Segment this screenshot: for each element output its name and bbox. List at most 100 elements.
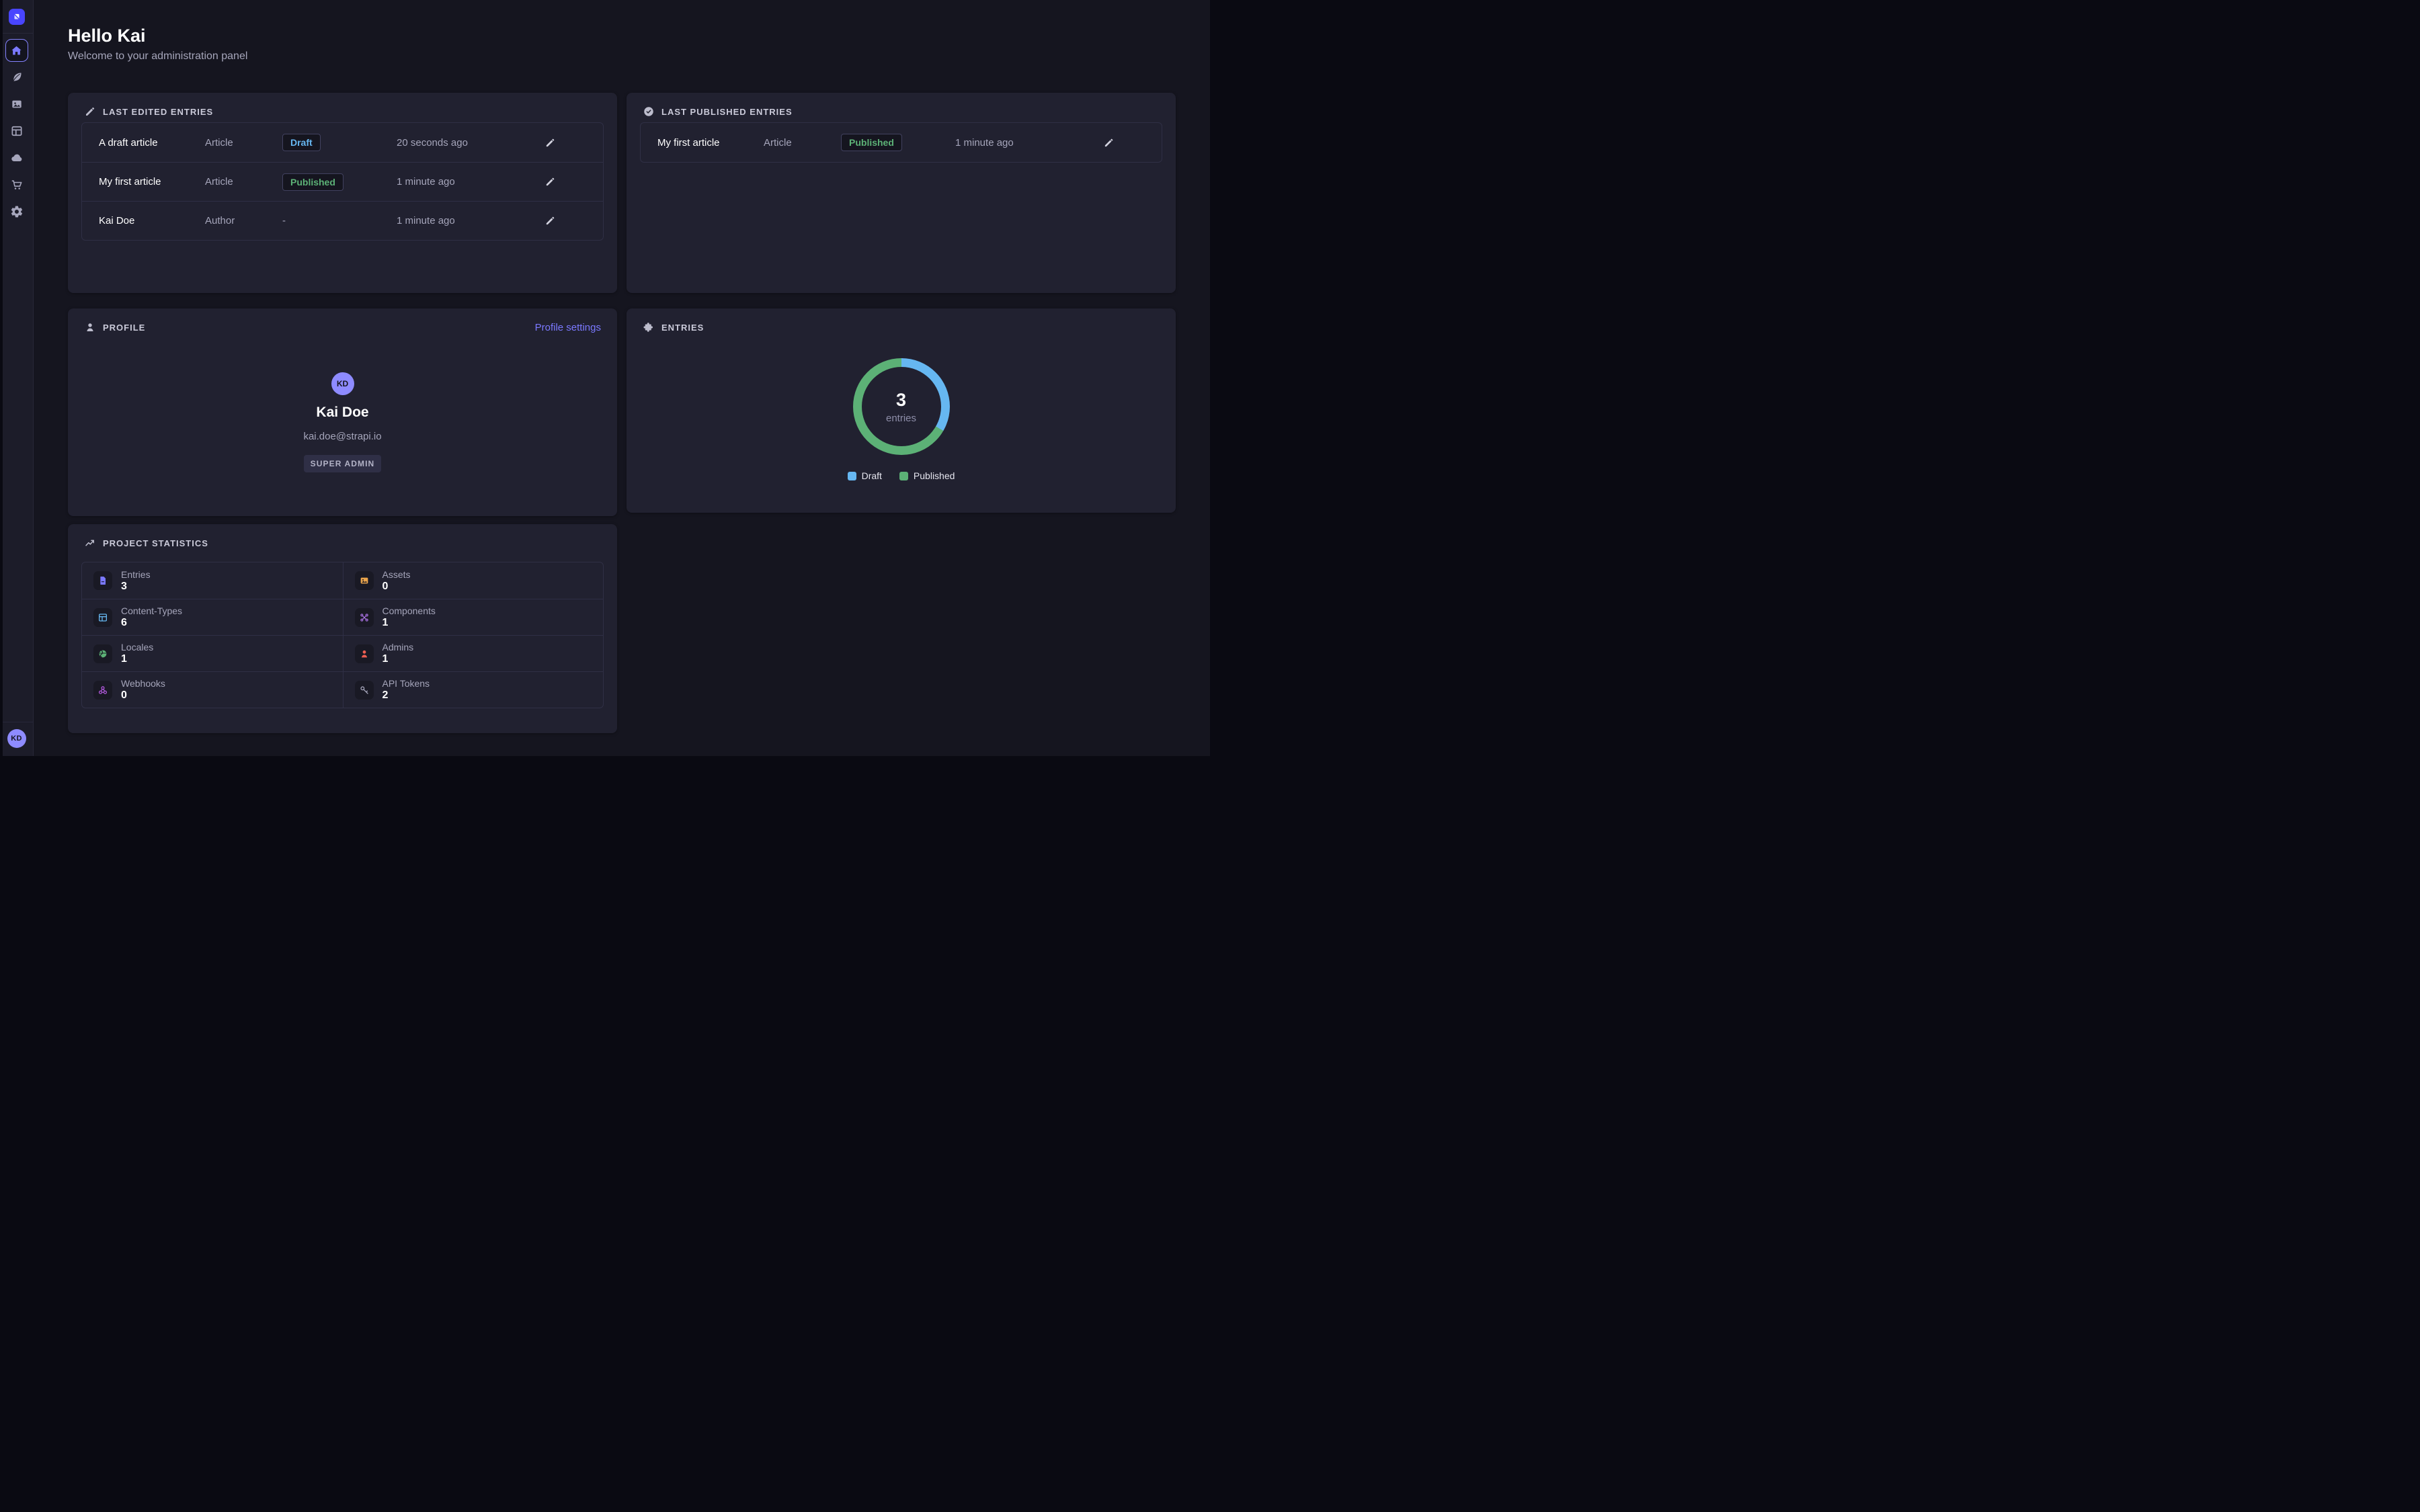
pencil-icon bbox=[544, 176, 556, 187]
stat-value: 0 bbox=[121, 689, 165, 702]
sidebar-item-settings[interactable] bbox=[3, 198, 30, 225]
card-title: LAST EDITED ENTRIES bbox=[103, 107, 213, 117]
chart-legend: Draft Published bbox=[848, 470, 955, 481]
stat-item-entries: Entries 3 bbox=[82, 562, 343, 599]
published-swatch bbox=[899, 472, 908, 480]
last-published-table: My first article Article Published 1 min… bbox=[640, 122, 1162, 163]
images-icon bbox=[355, 571, 374, 590]
edit-entry-button[interactable] bbox=[540, 173, 559, 192]
globe-icon bbox=[93, 644, 112, 663]
entry-time: 1 minute ago bbox=[397, 215, 540, 226]
stat-item-components: Components 1 bbox=[343, 599, 604, 635]
key-icon bbox=[355, 681, 374, 700]
sidebar-nav bbox=[3, 39, 30, 225]
stat-label: Admins bbox=[382, 642, 414, 653]
webhook-icon bbox=[93, 681, 112, 700]
project-statistics-card: PROJECT STATISTICS Entries 3 Assets 0 bbox=[68, 524, 617, 733]
user-avatar[interactable]: KD bbox=[7, 729, 26, 748]
entries-card: ENTRIES 3 entries Draft Published bbox=[627, 308, 1176, 513]
card-title: LAST PUBLISHED ENTRIES bbox=[661, 107, 793, 117]
card-title: PROFILE bbox=[103, 323, 145, 333]
stat-label: Content-Types bbox=[121, 605, 182, 616]
pencil-icon bbox=[544, 137, 556, 149]
profile-body: KD Kai Doe kai.doe@strapi.io SUPER ADMIN bbox=[68, 333, 617, 472]
stat-label: API Tokens bbox=[382, 678, 430, 689]
table-row[interactable]: My first article Article Published 1 min… bbox=[82, 162, 603, 201]
stats-grid: Entries 3 Assets 0 Content-Types bbox=[81, 562, 604, 708]
entry-name: Kai Doe bbox=[99, 215, 205, 226]
entry-kind: Author bbox=[205, 215, 282, 226]
table-row[interactable]: A draft article Article Draft 20 seconds… bbox=[82, 123, 603, 162]
page-title: Hello Kai bbox=[68, 26, 146, 46]
entry-time: 1 minute ago bbox=[397, 176, 540, 187]
profile-settings-link[interactable]: Profile settings bbox=[535, 322, 601, 333]
last-published-entries-card: LAST PUBLISHED ENTRIES My first article … bbox=[627, 93, 1176, 293]
sidebar-divider bbox=[0, 33, 34, 34]
stat-value: 1 bbox=[382, 653, 414, 665]
entries-donut-chart: 3 entries bbox=[853, 358, 950, 455]
sidebar-item-content-type-builder[interactable] bbox=[3, 118, 30, 144]
entries-count-label: entries bbox=[886, 413, 916, 424]
card-title: ENTRIES bbox=[661, 323, 704, 333]
status-badge: Draft bbox=[282, 134, 321, 151]
table-row[interactable]: My first article Article Published 1 min… bbox=[641, 123, 1162, 162]
puzzle-icon bbox=[643, 321, 655, 333]
user-icon bbox=[355, 644, 374, 663]
donut-center: 3 entries bbox=[853, 358, 950, 455]
status-empty: - bbox=[282, 215, 397, 226]
components-icon bbox=[355, 608, 374, 627]
entries-count: 3 bbox=[896, 390, 906, 411]
home-icon bbox=[10, 44, 23, 57]
person-icon bbox=[84, 321, 96, 333]
edit-entry-button[interactable] bbox=[540, 212, 559, 230]
window-left-edge bbox=[0, 0, 3, 756]
stat-value: 0 bbox=[382, 581, 411, 593]
entry-name: My first article bbox=[99, 176, 205, 187]
last-edited-table: A draft article Article Draft 20 seconds… bbox=[81, 122, 604, 241]
pencil-icon bbox=[544, 215, 556, 226]
entry-name: My first article bbox=[657, 137, 764, 149]
sidebar-item-home[interactable] bbox=[5, 39, 28, 62]
profile-email: kai.doe@strapi.io bbox=[303, 431, 381, 442]
stat-label: Assets bbox=[382, 569, 411, 580]
main-content: Hello Kai Welcome to your administration… bbox=[34, 0, 1210, 756]
sidebar: KD bbox=[0, 0, 34, 756]
layout-icon bbox=[10, 124, 24, 138]
pencil-icon bbox=[1103, 137, 1115, 149]
profile-card: PROFILE Profile settings KD Kai Doe kai.… bbox=[68, 308, 617, 516]
sidebar-item-deploy[interactable] bbox=[3, 144, 30, 171]
stat-item-api-tokens: API Tokens 2 bbox=[343, 671, 604, 708]
file-icon bbox=[93, 571, 112, 590]
profile-name: Kai Doe bbox=[316, 405, 368, 421]
entry-time: 20 seconds ago bbox=[397, 137, 540, 149]
role-badge: SUPER ADMIN bbox=[304, 455, 382, 472]
entries-body: 3 entries Draft Published bbox=[627, 333, 1176, 481]
stat-value: 1 bbox=[382, 617, 436, 629]
entry-kind: Article bbox=[764, 137, 841, 149]
stat-item-webhooks: Webhooks 0 bbox=[82, 671, 343, 708]
draft-swatch bbox=[848, 472, 856, 480]
profile-avatar: KD bbox=[331, 372, 354, 395]
table-row[interactable]: Kai Doe Author - 1 minute ago bbox=[82, 201, 603, 240]
stat-item-admins: Admins 1 bbox=[343, 635, 604, 671]
stat-item-assets: Assets 0 bbox=[343, 562, 604, 599]
card-header: PROFILE Profile settings bbox=[68, 308, 617, 333]
layout-icon bbox=[93, 608, 112, 627]
edit-entry-button[interactable] bbox=[1099, 133, 1118, 152]
legend-label: Published bbox=[914, 470, 955, 481]
stat-label: Locales bbox=[121, 642, 153, 653]
sidebar-item-content-manager[interactable] bbox=[3, 64, 30, 91]
check-circle-icon bbox=[643, 106, 655, 118]
entry-kind: Article bbox=[205, 176, 282, 187]
card-header: LAST PUBLISHED ENTRIES bbox=[627, 93, 1176, 118]
sidebar-bottom: KD bbox=[0, 722, 33, 756]
entry-kind: Article bbox=[205, 137, 282, 149]
strapi-logo[interactable] bbox=[9, 9, 25, 25]
stat-label: Entries bbox=[121, 569, 151, 580]
feather-icon bbox=[10, 71, 24, 84]
edit-entry-button[interactable] bbox=[540, 133, 559, 152]
sidebar-item-marketplace[interactable] bbox=[3, 171, 30, 198]
legend-label: Draft bbox=[862, 470, 882, 481]
sidebar-item-media-library[interactable] bbox=[3, 91, 30, 118]
gear-icon bbox=[10, 205, 24, 218]
